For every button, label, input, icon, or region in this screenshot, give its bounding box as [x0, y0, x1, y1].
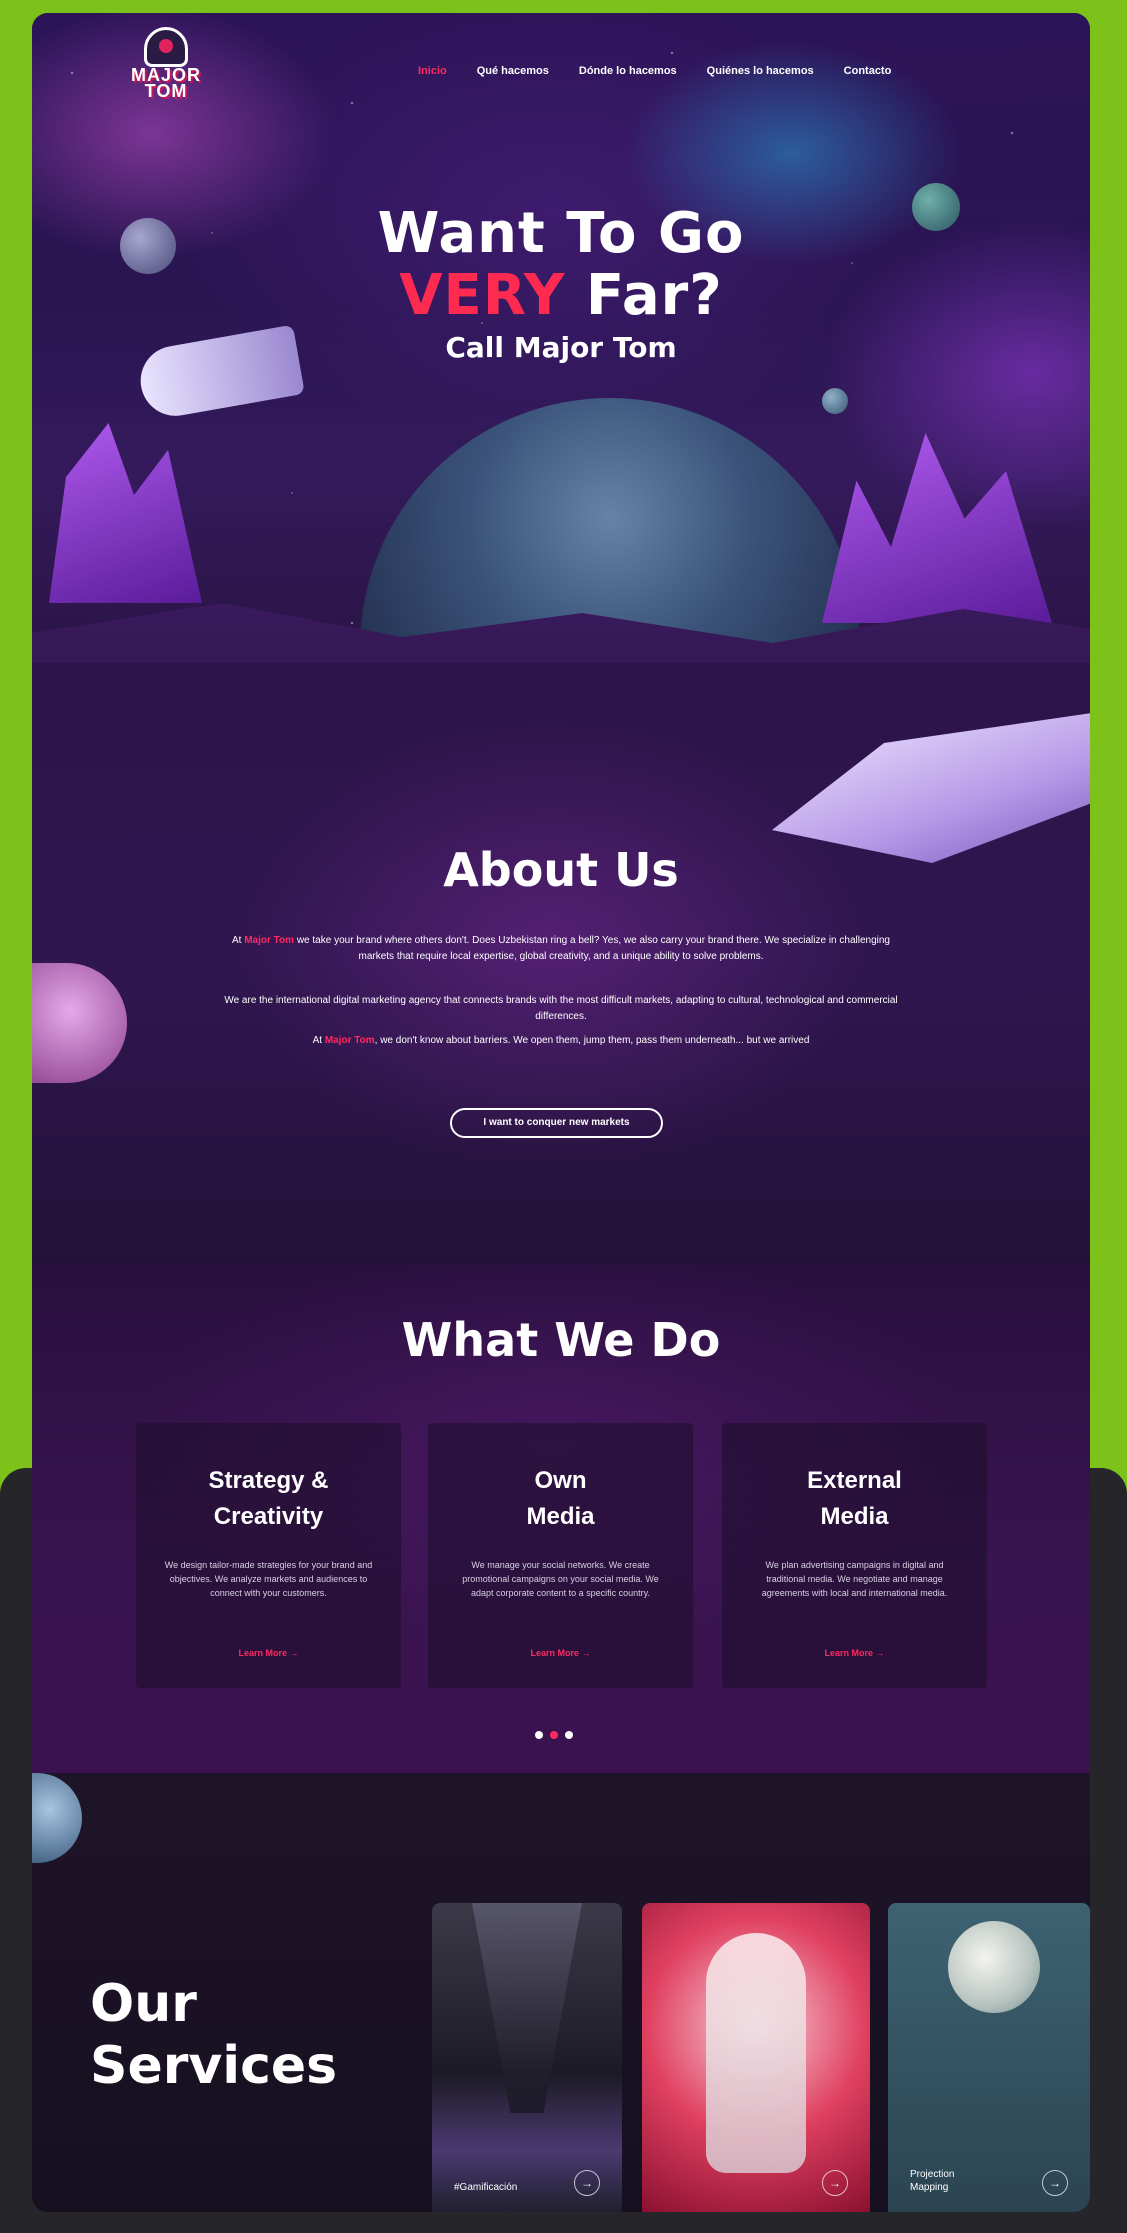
- card-title: Strategy & Creativity: [136, 1463, 401, 1535]
- learn-more-link[interactable]: Learn More →: [722, 1648, 987, 1658]
- conquer-markets-button[interactable]: I want to conquer new markets: [450, 1108, 663, 1138]
- spaceship-illustration: [772, 713, 1090, 863]
- card-title-line: Strategy &: [208, 1467, 329, 1494]
- about-text: we take your brand where others don't. D…: [294, 935, 890, 962]
- about-paragraph-3: At Major Tom, we don't know about barrie…: [222, 1033, 900, 1049]
- asteroid-illustration: [32, 1773, 82, 1863]
- service-card-own-media[interactable]: Own Media We manage your social networks…: [428, 1423, 693, 1688]
- service-card-projection-mapping[interactable]: Projection Mapping →: [888, 1903, 1090, 2212]
- services-title-line: Our: [90, 1974, 197, 2034]
- learn-more-link[interactable]: Learn More →: [428, 1648, 693, 1658]
- card-title: External Media: [722, 1463, 987, 1535]
- nav-item-contacto[interactable]: Contacto: [844, 65, 892, 77]
- hero-title-line1: Want To Go: [377, 201, 745, 266]
- about-text: At: [231, 935, 245, 946]
- service-label: Projection Mapping: [910, 2168, 954, 2194]
- card-title-line: Creativity: [213, 1503, 324, 1530]
- what-we-do-section: What We Do Strategy & Creativity We desi…: [32, 1263, 1090, 1773]
- service-card-astronaut[interactable]: →: [642, 1903, 870, 2212]
- card-title-line: External: [807, 1467, 902, 1494]
- about-paragraph-1: At Major Tom we take your brand where ot…: [222, 933, 900, 965]
- card-title-line: Media: [820, 1503, 889, 1530]
- nav-item-donde-lo-hacemos[interactable]: Dónde lo hacemos: [579, 65, 677, 77]
- service-label-line: Mapping: [910, 2182, 949, 2193]
- services-title: Our Services: [90, 1973, 337, 2097]
- carousel-dot[interactable]: [535, 1731, 543, 1739]
- card-description: We plan advertising campaigns in digital…: [761, 1560, 948, 1598]
- logo-text: MAJOR TOM: [130, 65, 201, 101]
- arrow-right-icon[interactable]: →: [822, 2170, 848, 2196]
- nav-item-inicio[interactable]: Inicio: [418, 65, 447, 77]
- carousel-dot[interactable]: [565, 1731, 573, 1739]
- services-section: Our Services #Gamificación → → Projectio…: [32, 1773, 1090, 2212]
- helmet-icon: [144, 27, 188, 67]
- about-title: About Us: [443, 843, 679, 897]
- moon-image: [948, 1921, 1040, 2013]
- hero-section: MAJOR TOM Inicio Qué hacemos Dónde lo ha…: [32, 13, 1090, 793]
- about-section: About Us At Major Tom we take your brand…: [32, 663, 1090, 1263]
- carousel-dot-active[interactable]: [550, 1731, 558, 1739]
- about-text: , we don't know about barriers. We open …: [374, 1035, 810, 1046]
- website-frame: MAJOR TOM Inicio Qué hacemos Dónde lo ha…: [32, 13, 1090, 2212]
- hero-title: Want To Go VERY Far?: [32, 203, 1090, 327]
- card-title-line: Media: [526, 1503, 595, 1530]
- card-title: Own Media: [428, 1463, 693, 1535]
- nav-item-que-hacemos[interactable]: Qué hacemos: [477, 65, 549, 77]
- arrow-right-icon[interactable]: →: [1042, 2170, 1068, 2196]
- hero-subtitle: Call Major Tom: [445, 331, 677, 364]
- service-card-gamification[interactable]: #Gamificación →: [432, 1903, 622, 2212]
- service-card-external-media[interactable]: External Media We plan advertising campa…: [722, 1423, 987, 1688]
- arrow-right-icon[interactable]: →: [574, 2170, 600, 2196]
- asteroid-illustration: [32, 963, 127, 1083]
- nav-item-quienes-lo-hacemos[interactable]: Quiénes lo hacemos: [707, 65, 814, 77]
- service-label: #Gamificación: [454, 2182, 518, 2193]
- hero-title-line2: Far?: [565, 263, 723, 328]
- card-description: We manage your social networks. We creat…: [462, 1560, 659, 1598]
- main-nav: MAJOR TOM Inicio Qué hacemos Dónde lo ha…: [32, 13, 1090, 123]
- astronaut-image: [706, 1933, 806, 2173]
- brand-name: Major Tom: [324, 1035, 375, 1046]
- tunnel-image: [472, 1903, 582, 2113]
- small-planet-illustration: [822, 388, 848, 414]
- brand-name: Major Tom: [244, 935, 295, 946]
- carousel-pagination: [535, 1731, 573, 1739]
- learn-more-link[interactable]: Learn More →: [136, 1648, 401, 1658]
- card-description: We design tailor-made strategies for you…: [164, 1560, 373, 1598]
- what-we-do-title: What We Do: [401, 1313, 721, 1367]
- service-card-strategy[interactable]: Strategy & Creativity We design tailor-m…: [136, 1423, 401, 1688]
- nav-menu: Inicio Qué hacemos Dónde lo hacemos Quié…: [418, 65, 891, 77]
- about-text: At: [312, 1035, 325, 1046]
- service-label-line: Projection: [910, 2169, 955, 2180]
- about-paragraph-2: We are the international digital marketi…: [224, 995, 898, 1022]
- services-title-line: Services: [90, 2036, 338, 2096]
- card-title-line: Own: [534, 1467, 587, 1494]
- major-tom-logo[interactable]: MAJOR TOM: [126, 27, 206, 107]
- hero-title-accent: VERY: [399, 263, 566, 328]
